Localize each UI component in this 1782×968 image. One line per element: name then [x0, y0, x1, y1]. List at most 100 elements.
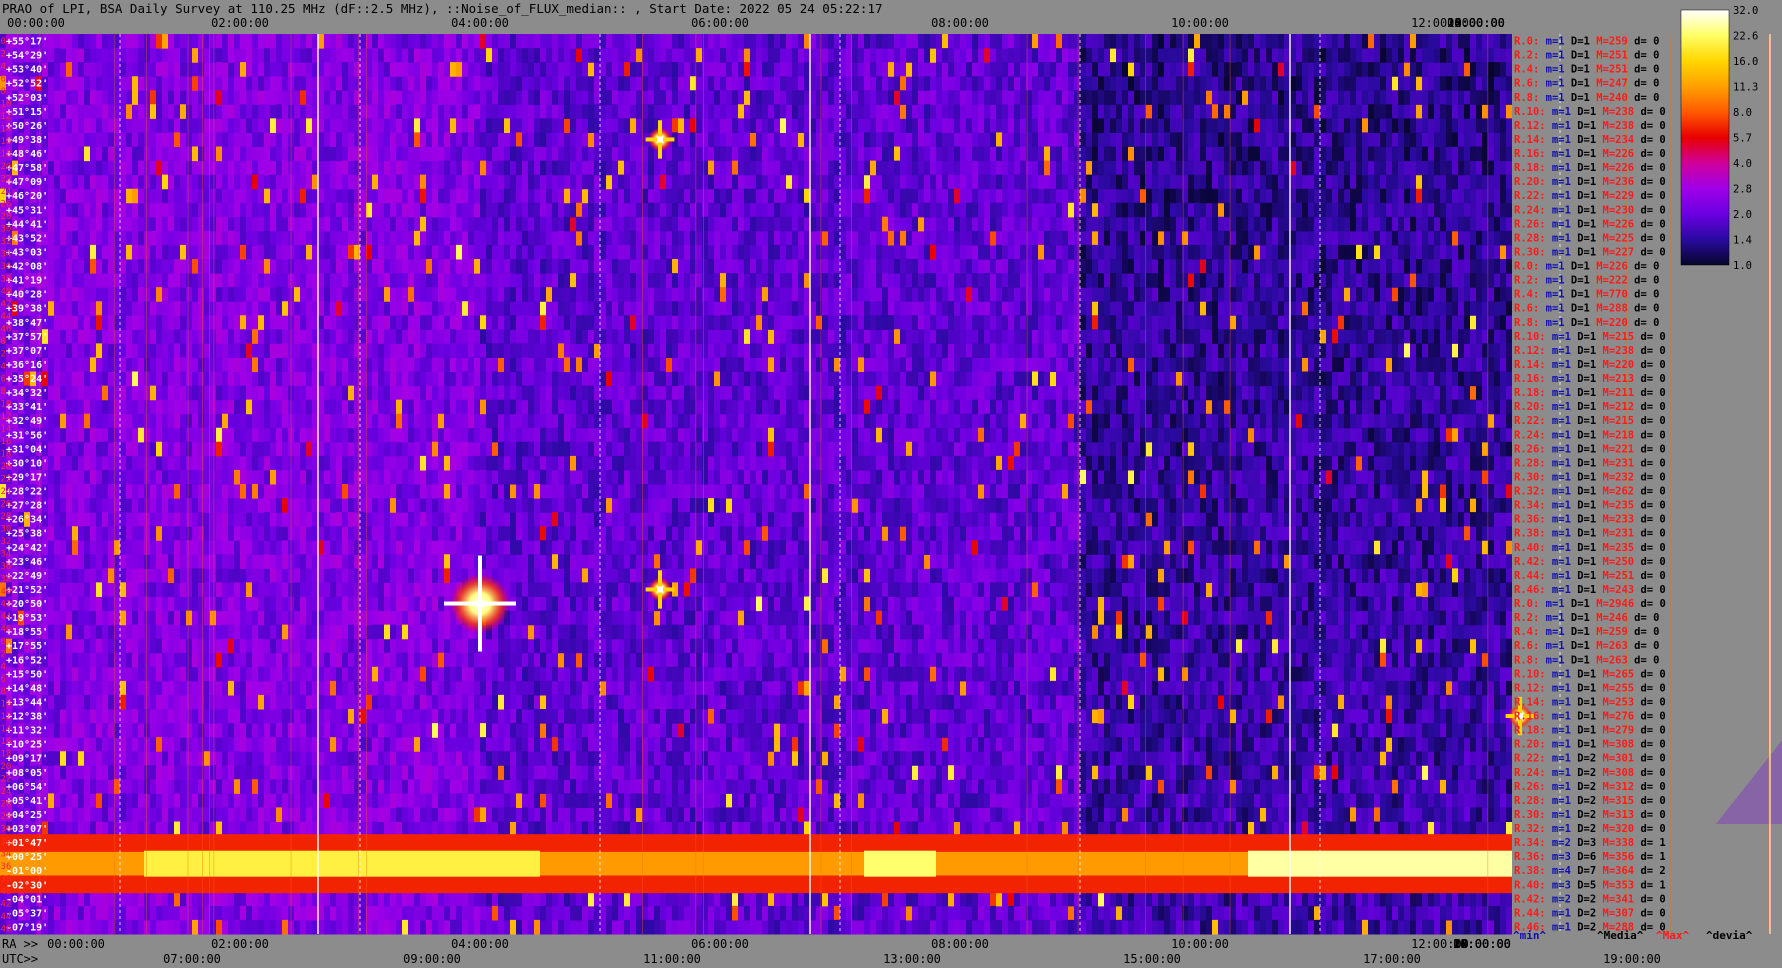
ra-tick: 08:00:00 — [931, 937, 989, 951]
declination-label: +52°03' — [6, 93, 48, 104]
receiver-stat-row: R.20: m=1 D=1 M=308 d= 0 — [1514, 739, 1666, 751]
receiver-number: 40 — [1, 587, 12, 597]
radio-source-core — [657, 136, 663, 143]
receiver-stat-row: R.34: m=1 D=1 M=235 d= 0 — [1514, 500, 1666, 512]
receiver-number: 6 — [1, 75, 6, 85]
ra-tick: 00:00:00 — [1453, 937, 1511, 951]
declination-label: +09°17' — [6, 754, 48, 765]
receiver-stat-row: R.12: m=1 D=1 M=255 d= 0 — [1514, 682, 1666, 694]
receiver-stat-row: R.28: m=1 D=1 M=225 d= 0 — [1514, 232, 1666, 244]
receiver-number: 0 — [1, 337, 6, 347]
receiver-number: 4 — [1, 662, 6, 672]
receiver-stat-row: R.16: m=1 D=1 M=213 d= 0 — [1514, 373, 1666, 385]
receiver-number: 46 — [1, 625, 12, 635]
declination-label: +43°03' — [6, 247, 48, 258]
receiver-number: 32 — [1, 237, 12, 247]
receiver-stat-row: R.46: m=1 D=1 M=243 d= 0 — [1514, 584, 1666, 596]
rfi-hotspot — [1248, 850, 1512, 877]
declination-label: +25°38' — [6, 529, 48, 540]
receiver-stat-row: R.0: m=1 D=1 M=259 d= 0 — [1514, 36, 1659, 48]
stat-legend-item: ^min^ — [1513, 929, 1546, 942]
receiver-number: 6 — [1, 675, 6, 685]
receiver-stat-row: R.16: m=1 D=1 M=226 d= 0 — [1514, 148, 1666, 160]
declination-label: +44°41' — [6, 219, 48, 230]
receiver-number: 36 — [1, 862, 12, 872]
colorbar-tick: 32.0 — [1733, 5, 1758, 17]
declination-label: +53°40' — [6, 65, 48, 76]
utc-tick: 09:00:00 — [403, 952, 461, 966]
receiver-stat-row: R.16: m=1 D=1 M=276 d= 0 — [1514, 711, 1666, 723]
receiver-number: 32 — [1, 837, 12, 847]
receiver-stat-row: R.10: m=1 D=1 M=265 d= 0 — [1514, 668, 1666, 680]
declination-label: +28°22' — [6, 487, 48, 498]
stat-legend-item: ^devia^ — [1706, 929, 1753, 942]
heatmap-cells — [1464, 104, 1470, 119]
top-time-tick: 08:00:00 — [931, 16, 989, 30]
receiver-number: 18 — [1, 750, 12, 760]
receiver-number: 26 — [1, 500, 12, 510]
declination-label: +19°53' — [6, 613, 48, 624]
receiver-stat-row: R.4: m=1 D=1 M=770 d= 0 — [1514, 289, 1659, 301]
receiver-number: 12 — [1, 112, 12, 122]
receiver-stat-row: R.4: m=1 D=1 M=251 d= 0 — [1514, 64, 1659, 76]
receiver-number: 28 — [1, 212, 12, 222]
receiver-stat-row: R.0: m=1 D=1 M=2946 d= 0 — [1514, 598, 1666, 610]
receiver-number: 36 — [1, 262, 12, 272]
declination-label: +42°08' — [6, 262, 48, 273]
receiver-stat-row: R.2: m=1 D=1 M=222 d= 0 — [1514, 275, 1659, 287]
receiver-number: 42 — [1, 300, 12, 310]
declination-label: +43°52' — [6, 233, 48, 244]
ra-tick: 02:00:00 — [211, 937, 269, 951]
receiver-number: 22 — [1, 175, 12, 185]
utc-tick: 11:00:00 — [643, 952, 701, 966]
receiver-stat-row: R.26: m=1 D=1 M=221 d= 0 — [1514, 443, 1666, 455]
colorbar-tick: 5.7 — [1733, 133, 1752, 145]
receiver-number: 2 — [1, 50, 6, 60]
receiver-stat-row: R.36: m=1 D=1 M=233 d= 0 — [1514, 514, 1666, 526]
receiver-stat-row: R.2: m=1 D=1 M=251 d= 0 — [1514, 50, 1659, 62]
colorbar-tick: 22.6 — [1733, 31, 1758, 43]
declination-label: +54°29' — [6, 51, 48, 62]
receiver-number: 26 — [1, 200, 12, 210]
receiver-number: 4 — [1, 62, 6, 72]
heatmap-cells — [1134, 90, 1140, 105]
receiver-stat-row: R.42: m=2 D=2 M=341 d= 0 — [1514, 893, 1666, 905]
receiver-number: 18 — [1, 450, 12, 460]
receiver-stat-row: R.14: m=1 D=1 M=253 d= 0 — [1514, 696, 1666, 708]
receiver-stat-row: R.30: m=1 D=2 M=313 d= 0 — [1514, 809, 1666, 821]
declination-label: +18°55' — [6, 627, 48, 638]
declination-label: +38°47' — [6, 318, 48, 329]
receiver-stat-row: R.24: m=1 D=2 M=308 d= 0 — [1514, 767, 1666, 779]
stat-legend-item: ^Media^ — [1597, 929, 1644, 942]
receiver-number: 8 — [1, 687, 6, 697]
receiver-number: 46 — [1, 925, 12, 935]
receiver-stat-row: R.22: m=1 D=1 M=229 d= 0 — [1514, 190, 1666, 202]
receiver-number: 16 — [1, 137, 12, 147]
receiver-stat-row: R.2: m=1 D=1 M=246 d= 0 — [1514, 612, 1659, 624]
utc-tick: 17:00:00 — [1363, 952, 1421, 966]
declination-label: +45°31' — [6, 205, 48, 216]
receiver-stat-row: R.18: m=1 D=1 M=211 d= 0 — [1514, 387, 1666, 399]
declination-label: +35°24' — [6, 374, 48, 385]
declination-label: +51°15' — [6, 107, 48, 118]
receiver-number: 14 — [1, 125, 12, 135]
declination-label: +40°28' — [6, 290, 48, 301]
receiver-stat-row: R.18: m=1 D=1 M=226 d= 0 — [1514, 162, 1666, 174]
rfi-hotspot — [144, 850, 540, 877]
receiver-number: 34 — [1, 850, 12, 860]
receiver-number: 0 — [1, 637, 6, 647]
receiver-stat-row: R.44: m=1 D=1 M=251 d= 0 — [1514, 570, 1666, 582]
receiver-stat-row: R.30: m=1 D=1 M=232 d= 0 — [1514, 471, 1666, 483]
receiver-stat-row: R.32: m=1 D=2 M=320 d= 0 — [1514, 823, 1666, 835]
receiver-number: 8 — [1, 387, 6, 397]
receiver-number: 26 — [1, 800, 12, 810]
ra-tick: 06:00:00 — [691, 937, 749, 951]
declination-label: +36°16' — [6, 360, 48, 371]
receiver-number: 12 — [1, 412, 12, 422]
declination-label: +23°46' — [6, 557, 48, 568]
declination-label: +00°25' — [6, 852, 48, 863]
declination-label: +14°48' — [6, 683, 48, 694]
receiver-number: 44 — [1, 612, 12, 622]
receiver-stat-row: R.32: m=1 D=1 M=262 d= 0 — [1514, 486, 1666, 498]
receiver-stat-row: R.18: m=1 D=1 M=279 d= 0 — [1514, 725, 1666, 737]
